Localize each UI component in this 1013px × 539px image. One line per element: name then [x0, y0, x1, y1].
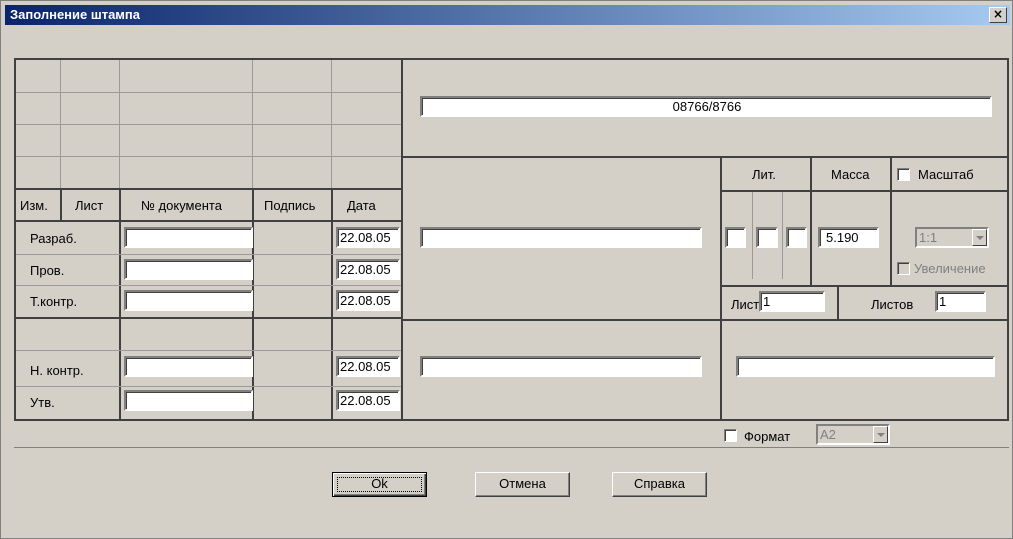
help-button[interactable]: Справка — [612, 472, 707, 497]
grid-line — [16, 254, 401, 255]
doc-input-utv[interactable] — [124, 390, 253, 411]
cancel-label: Отмена — [499, 476, 546, 491]
header-doc: № документа — [141, 198, 222, 213]
lit-input-2[interactable] — [756, 227, 778, 248]
grid-line — [16, 220, 401, 222]
stamp-table: Изм. Лист № документа Подпись Дата Разра… — [14, 58, 1009, 421]
sheets-input[interactable]: 1 — [935, 291, 986, 312]
row-label-tkontr: Т.контр. — [30, 294, 78, 309]
row-label-utv: Утв. — [30, 395, 55, 410]
grid-line — [16, 124, 401, 125]
doc-input-prov[interactable] — [124, 259, 253, 280]
date-input-tkontr[interactable]: 22.08.05 — [336, 290, 400, 311]
grid-line — [782, 192, 783, 279]
format-select: A2 — [816, 424, 890, 445]
grid-line — [810, 158, 812, 285]
grid-line — [16, 350, 401, 351]
grid-line — [16, 285, 401, 286]
grid-line — [16, 188, 401, 190]
help-label: Справка — [634, 476, 685, 491]
grid-line — [403, 319, 1009, 321]
date-input-nkontr[interactable]: 22.08.05 — [336, 356, 400, 377]
lit-label: Лит. — [752, 167, 776, 182]
designation-input[interactable]: 08766/8766 — [420, 96, 992, 117]
date-input-razrab[interactable]: 22.08.05 — [336, 227, 400, 248]
format-value: A2 — [820, 427, 836, 442]
header-date: Дата — [347, 198, 376, 213]
massa-label: Масса — [831, 167, 870, 182]
name-input[interactable] — [420, 227, 702, 248]
window-title: Заполнение штампа — [10, 7, 140, 22]
focus-rect — [337, 477, 422, 492]
grid-line — [401, 60, 403, 421]
doc-input-razrab[interactable] — [124, 227, 253, 248]
date-input-utv[interactable]: 22.08.05 — [336, 390, 400, 411]
grid-line — [16, 92, 401, 93]
grid-line — [890, 158, 892, 285]
massa-input[interactable]: 5.190 — [818, 227, 879, 248]
header-izm: Изм. — [20, 198, 48, 213]
row-label-razrab: Разраб. — [30, 231, 77, 246]
grid-line — [119, 60, 120, 190]
grid-line — [252, 60, 253, 190]
lit-input-1[interactable] — [725, 227, 746, 248]
grid-line — [60, 60, 61, 190]
uvelichenie-label: Увеличение — [914, 261, 986, 276]
grid-line — [16, 317, 401, 319]
scale-select: 1:1 — [915, 227, 989, 248]
masshtab-checkbox[interactable] — [897, 168, 910, 181]
grid-line — [837, 287, 839, 319]
uvelichenie-checkbox — [897, 262, 910, 275]
dialog-window: Заполнение штампа × Изм. Лист № документ… — [0, 0, 1013, 539]
ok-button[interactable]: Ok — [332, 472, 427, 497]
material-input[interactable] — [420, 356, 702, 377]
grid-line — [722, 190, 1009, 192]
masshtab-label: Масштаб — [918, 167, 974, 182]
grid-line — [16, 386, 401, 387]
lit-input-3[interactable] — [786, 227, 807, 248]
grid-line — [720, 158, 722, 421]
chevron-down-icon — [972, 229, 987, 246]
grid-line — [722, 285, 1009, 287]
grid-line — [60, 190, 62, 222]
sheet-label: Лист — [731, 297, 760, 312]
doc-input-tkontr[interactable] — [124, 290, 253, 311]
header-list: Лист — [75, 198, 104, 213]
grid-line — [403, 156, 1009, 158]
sheet-input[interactable]: 1 — [759, 291, 825, 312]
close-button[interactable]: × — [989, 7, 1007, 23]
format-checkbox[interactable] — [724, 429, 737, 442]
sheets-label: Листов — [871, 297, 914, 312]
grid-line — [331, 60, 332, 190]
separator — [14, 447, 1009, 448]
header-sign: Подпись — [264, 198, 316, 213]
cancel-button[interactable]: Отмена — [475, 472, 570, 497]
organization-input[interactable] — [736, 356, 995, 377]
grid-line — [752, 192, 753, 279]
row-label-nkontr: Н. контр. — [30, 363, 84, 378]
format-label: Формат — [744, 429, 791, 444]
chevron-down-icon — [873, 426, 888, 443]
title-bar: Заполнение штампа × — [5, 5, 1010, 25]
doc-input-nkontr[interactable] — [124, 356, 253, 377]
grid-line — [16, 156, 401, 157]
date-input-prov[interactable]: 22.08.05 — [336, 259, 400, 280]
scale-value: 1:1 — [919, 230, 938, 245]
row-label-prov: Пров. — [30, 263, 65, 278]
